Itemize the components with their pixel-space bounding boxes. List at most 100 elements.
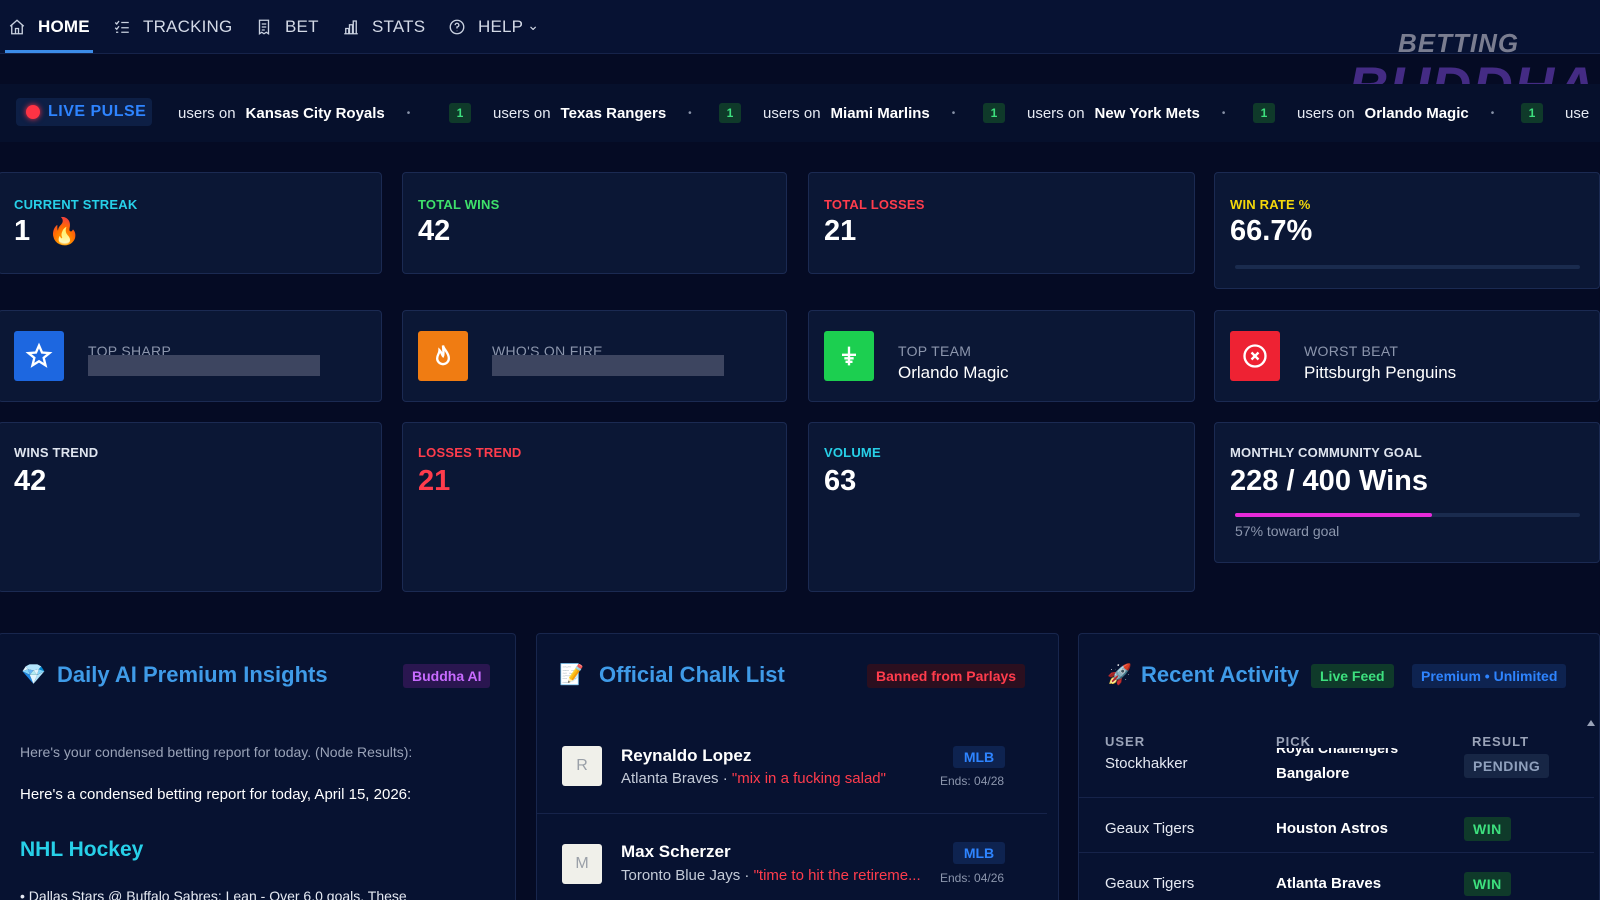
nav-active-indicator [5, 50, 93, 53]
chalk-quote: "mix in a fucking salad" [731, 770, 886, 787]
nav-bet-label: BET [285, 17, 319, 36]
fire-icon: 🔥 [48, 216, 81, 246]
receipt-icon [258, 19, 270, 36]
ticker-team: Miami Marlins [830, 104, 930, 122]
win-rate-card: WIN RATE % 66.7% [1214, 172, 1600, 289]
chalk-row[interactable]: M Max Scherzer Toronto Blue Jays · "time… [537, 816, 1047, 900]
card-value: 21 [418, 465, 451, 497]
activity-pick: Bangalore [1276, 765, 1350, 782]
card-label: VOLUME [824, 445, 881, 460]
activity-pick: Atlanta Braves [1276, 875, 1382, 892]
nav-tracking-label: TRACKING [143, 17, 233, 36]
status-badge: WIN [1464, 817, 1511, 841]
card-label: LOSSES TREND [418, 445, 522, 460]
live-dot-icon [26, 105, 40, 119]
live-feed-badge: Live Feed [1311, 664, 1394, 688]
scroll-up-icon[interactable] [1587, 720, 1595, 726]
chalk-list-panel: 📝 Official Chalk List Banned from Parlay… [536, 633, 1059, 900]
card-label: WIN RATE % [1230, 197, 1311, 212]
avatar: M [562, 844, 602, 884]
card-value: 66.7% [1230, 215, 1313, 247]
ticker-separator: • [406, 107, 411, 119]
losses-trend-card: LOSSES TREND 21 [402, 422, 787, 592]
rocket-icon: 🚀 [1107, 664, 1132, 686]
nav-help[interactable]: HELP ⌄ [448, 0, 539, 54]
x-circle-icon [1230, 331, 1280, 381]
goal-progress-fill [1235, 513, 1432, 517]
nav-home[interactable]: HOME [8, 0, 90, 54]
card-value: 63 [824, 465, 857, 497]
insights-bullet: • Dallas Stars @ Buffalo Sabres: Lean - … [20, 888, 407, 900]
chalk-subline: Toronto Blue Jays · "time to hit the ret… [621, 867, 921, 884]
whos-on-fire-card: WHO'S ON FIRE [402, 310, 787, 402]
card-value: 228 / 400 Wins [1230, 465, 1429, 497]
nav-help-label: HELP [478, 17, 524, 36]
help-circle-icon [449, 19, 465, 35]
ticker-team: Orlando Magic [1364, 104, 1469, 122]
row-divider [1079, 797, 1594, 798]
live-pulse-ticker: LIVE PULSE users on Kansas City Royals •… [0, 84, 1600, 142]
league-badge: MLB [953, 746, 1005, 768]
nav-bet[interactable]: BET [255, 0, 319, 54]
star-icon [14, 331, 64, 381]
status-badge: WIN [1464, 872, 1511, 896]
ticker-item: 1 users on Orlando Magic • [1253, 84, 1494, 142]
insights-headline: Here's a condensed betting report for to… [20, 786, 412, 803]
ticker-prefix: use [1565, 104, 1590, 122]
chalk-team: Toronto Blue Jays [621, 867, 741, 884]
nav-stats-label: STATS [372, 17, 426, 36]
ticker-item: 1 users on Miami Marlins • [719, 84, 955, 142]
leader-label: WORST BEAT [1304, 343, 1399, 359]
memo-icon: 📝 [559, 664, 584, 686]
activity-user: Geaux Tigers [1105, 875, 1195, 892]
win-rate-track [1235, 265, 1580, 269]
ticker-team: New York Mets [1094, 104, 1200, 122]
ticker-count: 1 [1521, 103, 1543, 123]
recent-activity-panel: 🚀 Recent Activity Live Feed Premium • Un… [1078, 633, 1600, 900]
goal-subtext: 57% toward goal [1235, 523, 1340, 539]
community-goal-card: MONTHLY COMMUNITY GOAL 228 / 400 Wins 57… [1214, 422, 1600, 563]
total-losses-card: TOTAL LOSSES 21 [808, 172, 1195, 274]
avatar: R [562, 746, 602, 786]
card-value: 42 [14, 465, 47, 497]
card-value: 21 [824, 215, 857, 247]
ticker-team: Kansas City Royals [245, 104, 385, 122]
ticker-item: 1 users on Texas Rangers • [449, 84, 692, 142]
home-icon [9, 19, 25, 35]
ai-insights-panel: 💎 Daily AI Premium Insights Buddha AI He… [0, 633, 516, 900]
ticker-item: users on Kansas City Royals • [178, 84, 410, 142]
nav-tracking[interactable]: TRACKING [113, 0, 232, 54]
live-pulse-label: LIVE PULSE [48, 103, 147, 120]
ends-date: Ends: 04/26 [940, 871, 1005, 885]
banned-badge: Banned from Parlays [867, 664, 1026, 688]
trophy-icon [824, 331, 874, 381]
nav-home-label: HOME [38, 17, 90, 36]
ticker-team: Texas Rangers [560, 104, 667, 122]
volume-card: VOLUME 63 [808, 422, 1195, 592]
card-value: 42 [418, 215, 451, 247]
leader-value: Orlando Magic [898, 363, 1009, 382]
activity-pick-clipped: Royal Challengers [1276, 748, 1399, 756]
diamond-icon: 💎 [21, 664, 46, 686]
ticker-separator: • [1221, 107, 1226, 119]
panel-title: Recent Activity [1141, 662, 1300, 687]
chalk-sep: · [740, 867, 754, 884]
card-label: TOTAL LOSSES [824, 197, 925, 212]
ends-date: Ends: 04/28 [940, 774, 1005, 788]
chalk-sep: · [718, 770, 732, 787]
panel-title: Daily AI Premium Insights [57, 662, 328, 687]
ticker-prefix: users on [1027, 104, 1085, 122]
ticker-separator: • [1490, 107, 1495, 119]
list-check-icon [114, 20, 129, 33]
nav-stats[interactable]: STATS [342, 0, 425, 54]
insights-intro: Here's your condensed betting report for… [20, 744, 413, 760]
ticker-item: 1 users on New York Mets • [983, 84, 1225, 142]
live-pulse-badge: LIVE PULSE [16, 98, 152, 126]
chalk-player-name: Reynaldo Lopez [621, 746, 752, 765]
activity-user: Geaux Tigers [1105, 820, 1195, 837]
redacted-name-bar [492, 355, 724, 376]
chalk-row[interactable]: R Reynaldo Lopez Atlanta Braves · "mix i… [537, 718, 1047, 814]
ticker-count: 1 [449, 103, 471, 123]
worst-beat-card: WORST BEAT Pittsburgh Penguins [1214, 310, 1600, 402]
card-value: 1 🔥 [14, 215, 81, 248]
